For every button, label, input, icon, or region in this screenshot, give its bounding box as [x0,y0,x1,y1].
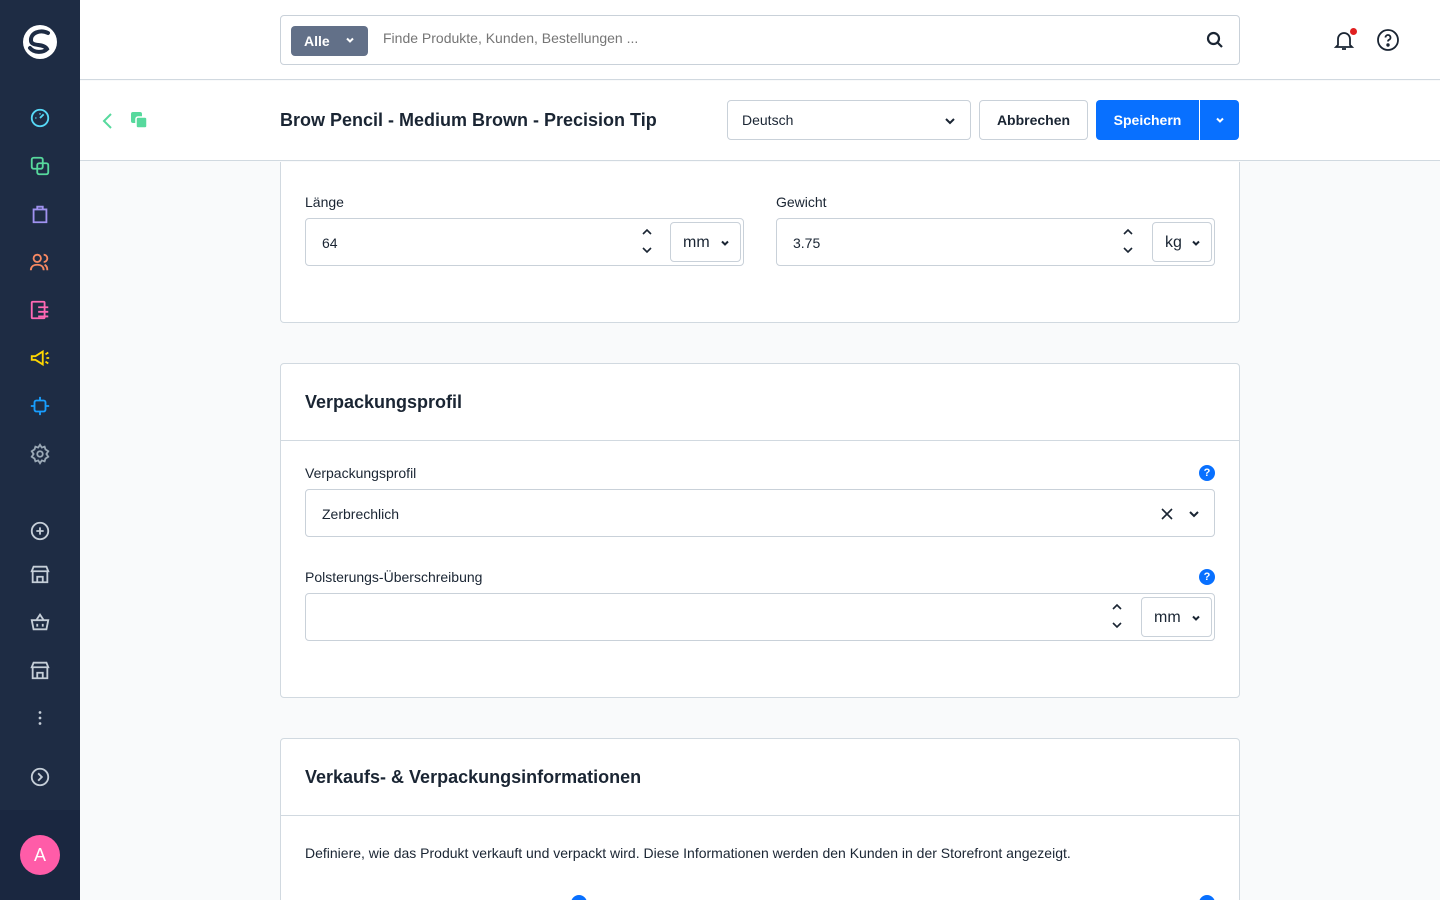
measures-card: Länge 64 mm Gewicht 3.75 kg [280,162,1240,323]
language-select[interactable]: Deutsch [727,100,971,140]
weight-unit-select[interactable]: kg [1152,222,1212,262]
length-label: Länge [305,194,344,210]
sidebar-profile: A [0,810,80,900]
stepper-icon[interactable] [640,226,654,256]
search-type-select[interactable]: Alle [291,26,368,56]
help-icon[interactable] [1376,28,1400,52]
packaging-profile-select[interactable]: Zerbrechlich [305,489,1215,537]
padding-override-field[interactable]: mm [305,593,1215,641]
padding-unit-select[interactable]: mm [1141,597,1212,637]
smartbar: Brow Pencil - Medium Brown - Precision T… [80,81,1440,161]
storefront-2-icon[interactable] [27,657,53,683]
weight-value: 3.75 [793,235,821,251]
packaging-profile-value: Zerbrechlich [322,506,400,522]
search-bar: Alle [280,15,1240,65]
back-icon[interactable] [100,110,116,132]
help-icon[interactable]: ? [1199,465,1215,481]
chevron-down-icon [1192,615,1200,621]
padding-override-label: Polsterungs-Überschreibung [305,569,483,585]
chevron-down-icon [721,240,729,246]
weight-label: Gewicht [776,194,827,210]
marketing-icon[interactable] [27,345,53,371]
cancel-button[interactable]: Abbrechen [979,100,1088,140]
search-input[interactable] [383,30,1163,46]
save-options-button[interactable] [1200,100,1239,140]
help-icon[interactable] [571,895,587,900]
length-value: 64 [322,235,338,251]
variant-icon [131,112,148,129]
orders-icon[interactable] [27,201,53,227]
stepper-icon[interactable] [1121,226,1135,256]
chevron-down-icon [346,37,354,43]
content: Länge 64 mm Gewicht 3.75 kg Verpackungsp… [80,162,1440,900]
avatar[interactable]: A [20,835,60,875]
content-icon[interactable] [27,297,53,323]
headless-icon[interactable] [27,609,53,635]
customers-icon[interactable] [27,249,53,275]
sales-packaging-card: Verkaufs- & Verpackungsinformationen Def… [280,738,1240,900]
chevron-down-icon [1192,240,1200,246]
packaging-card: Verpackungsprofil Verpackungsprofil ? Ze… [280,363,1240,698]
length-unit: mm [683,234,710,251]
search-type-label: Alle [304,33,330,49]
stepper-icon[interactable] [1110,601,1124,631]
logo-icon[interactable] [20,22,60,62]
dashboard-icon[interactable] [27,105,53,131]
language-value: Deutsch [742,112,794,128]
chevron-down-icon [1189,511,1199,518]
padding-unit: mm [1154,609,1181,626]
packaging-title: Verpackungsprofil [281,364,1239,441]
more-icon[interactable] [27,705,53,731]
length-unit-select[interactable]: mm [670,222,741,262]
extensions-icon[interactable] [27,393,53,419]
sales-packaging-title: Verkaufs- & Verpackungsinformationen [281,739,1239,816]
expand-icon[interactable] [27,764,53,790]
add-channel-icon[interactable] [27,518,53,544]
close-icon[interactable] [1160,507,1174,521]
settings-icon[interactable] [27,441,53,467]
weight-field[interactable]: 3.75 kg [776,218,1215,266]
page-title: Brow Pencil - Medium Brown - Precision T… [280,110,657,130]
search-icon[interactable] [1205,30,1225,50]
storefront-icon[interactable] [27,561,53,587]
topbar: Alle [80,0,1440,80]
help-icon[interactable] [1199,895,1215,900]
save-button[interactable]: Speichern [1096,100,1199,140]
chevron-down-icon [1215,117,1224,123]
help-icon[interactable]: ? [1199,569,1215,585]
weight-unit: kg [1165,234,1182,251]
packaging-profile-label: Verpackungsprofil [305,465,417,481]
sales-packaging-description: Definiere, wie das Produkt verkauft und … [305,845,1071,861]
length-field[interactable]: 64 mm [305,218,744,266]
notification-badge [1350,28,1357,35]
catalog-icon[interactable] [27,153,53,179]
sidebar: A [0,0,80,900]
chevron-down-icon [945,118,955,125]
